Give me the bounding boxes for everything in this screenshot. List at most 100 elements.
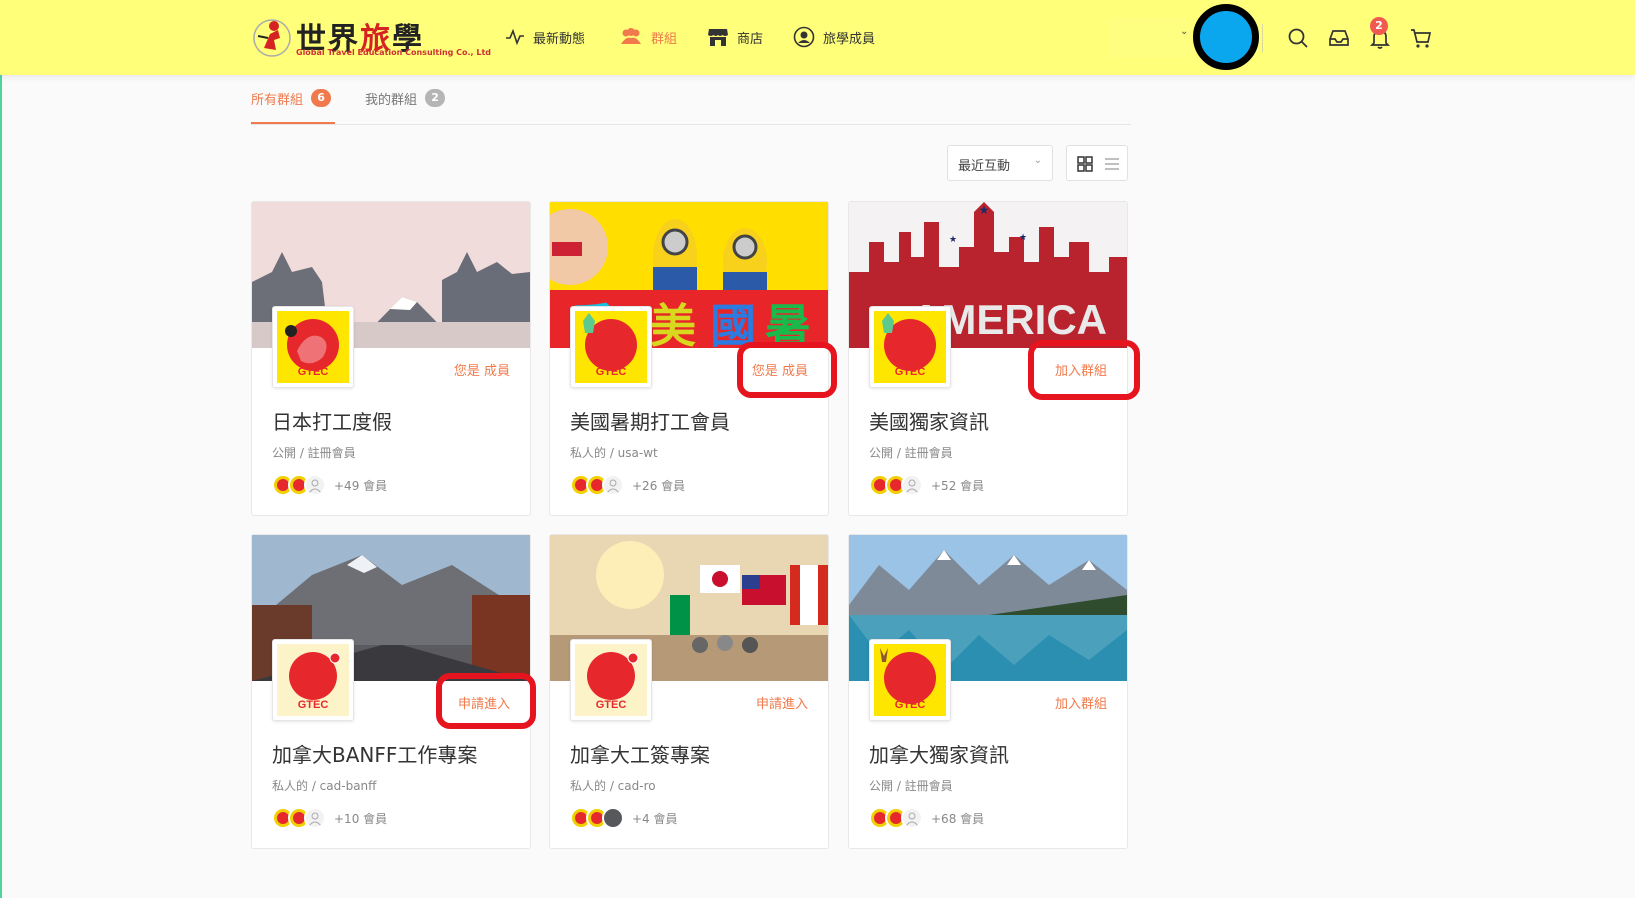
member-avatar [901, 807, 923, 829]
store-icon [708, 29, 728, 46]
group-meta: 公開 / 註冊會員 [869, 446, 953, 460]
group-card-banff[interactable]: GTEC 申請進入 加拿大BANFF工作專案 私人的 / cad-banff +… [251, 534, 536, 849]
search-icon[interactable] [1286, 26, 1310, 50]
gtec-mascot-icon: GTEC [583, 313, 637, 378]
nav-members[interactable]: 旅學成員 [793, 24, 875, 50]
member-status-button[interactable]: 您是 成員 [752, 360, 808, 379]
group-card-usa-info[interactable]: ★ ★ ★ AMERICA GTEC 加入群組 美國獨家資訊 公開 / 註冊會員… [848, 201, 1140, 516]
gtec-mascot-icon: GTEC [289, 652, 341, 711]
group-members[interactable]: +68 會員 [869, 807, 984, 829]
group-title[interactable]: 日本打工度假 [272, 406, 392, 435]
nav-groups-label: 群組 [651, 31, 678, 47]
users-icon [621, 28, 641, 44]
nav-activity[interactable]: 最新動態 [505, 24, 585, 50]
svg-text:GTEC: GTEC [895, 699, 926, 711]
group-members[interactable]: +26 會員 [570, 474, 685, 496]
group-members[interactable]: +52 會員 [869, 474, 984, 496]
sort-select[interactable]: 最近互動 ⌄ [947, 145, 1053, 181]
grid-view-icon[interactable] [1076, 155, 1094, 173]
group-card-japan[interactable]: GTEC 您是 成員 日本打工度假 公開 / 註冊會員 +49 會員 [251, 201, 531, 516]
group-members[interactable]: +49 會員 [272, 474, 387, 496]
tab-all-groups[interactable]: 所有群組 6 [251, 86, 332, 110]
tab-all-groups-label: 所有群組 [251, 92, 304, 108]
svg-text:★: ★ [949, 235, 957, 245]
member-count: +4 會員 [632, 811, 678, 826]
group-meta: 私人的 / usa-wt [570, 446, 658, 460]
group-card-canada-info[interactable]: GTEC 加入群組 加拿大獨家資訊 公開 / 註冊會員 +68 會員 [848, 534, 1128, 849]
view-toggle [1066, 145, 1128, 181]
gtec-mascot-icon: GTEC [587, 652, 639, 711]
join-group-button[interactable]: 加入群組 [1055, 693, 1107, 712]
group-meta: 私人的 / cad-banff [272, 779, 377, 793]
gtec-mascot-icon: GTEC [285, 319, 339, 378]
group-meta: 公開 / 註冊會員 [869, 779, 953, 793]
site-logo[interactable]: 世界旅學 Global Travel Education Consulting … [250, 14, 491, 60]
svg-text:★: ★ [1019, 233, 1027, 243]
list-view-icon[interactable] [1103, 155, 1121, 173]
user-circle-icon [793, 26, 815, 48]
chevron-down-icon: ⌄ [1033, 155, 1042, 166]
tabs-divider [251, 124, 1131, 125]
group-avatar[interactable]: GTEC [570, 639, 652, 721]
gtec-mascot-icon: GTEC [882, 313, 936, 378]
join-group-button[interactable]: 加入群組 [1055, 360, 1107, 379]
group-meta: 私人的 / cad-ro [570, 779, 656, 793]
gtec-mascot-icon: GTEC [880, 648, 936, 711]
group-avatar[interactable]: GTEC [272, 639, 354, 721]
member-avatar [304, 807, 326, 829]
nav-store-label: 商店 [737, 31, 764, 47]
group-members[interactable]: +10 會員 [272, 807, 387, 829]
group-title[interactable]: 美國獨家資訊 [869, 406, 989, 435]
header-divider [1262, 24, 1263, 52]
tab-my-groups[interactable]: 我的群組 2 [365, 86, 446, 110]
member-status-button[interactable]: 您是 成員 [454, 360, 510, 379]
svg-text:暑: 暑 [765, 299, 811, 348]
header-dropdown[interactable] [1110, 18, 1190, 58]
group-avatar[interactable]: GTEC [570, 306, 652, 388]
group-members[interactable]: +4 會員 [570, 807, 678, 829]
nav-store[interactable]: 商店 [707, 24, 763, 50]
sort-selected-label: 最近互動 [958, 159, 1011, 174]
group-card-usa-summer[interactable]: 季 美 國 暑 GTEC 您是 成員 美國暑期打工會員 私人的 / usa-wt… [549, 201, 837, 516]
svg-text:GTEC: GTEC [596, 699, 627, 711]
member-avatar [602, 474, 624, 496]
member-count: +26 會員 [632, 478, 686, 493]
page-left-edge [0, 0, 2, 898]
chevron-down-icon: ⌄ [1180, 26, 1189, 37]
nav-groups[interactable]: 群組 [619, 24, 677, 50]
member-count: +52 會員 [931, 478, 985, 493]
tab-all-groups-count: 6 [311, 89, 332, 107]
member-avatar [602, 807, 624, 829]
svg-text:GTEC: GTEC [298, 366, 329, 378]
svg-text:★: ★ [979, 203, 990, 217]
request-join-button[interactable]: 申請進入 [458, 693, 510, 712]
member-count: +10 會員 [334, 811, 388, 826]
member-count: +49 會員 [334, 478, 388, 493]
cart-icon[interactable] [1409, 26, 1433, 50]
group-title[interactable]: 加拿大工簽專案 [570, 739, 710, 768]
group-meta: 公開 / 註冊會員 [272, 446, 356, 460]
member-avatar [901, 474, 923, 496]
nav-members-label: 旅學成員 [823, 31, 876, 47]
group-avatar[interactable]: GTEC [272, 306, 354, 388]
top-header: 世界旅學 Global Travel Education Consulting … [0, 0, 1635, 75]
member-count: +68 會員 [931, 811, 985, 826]
logo-subtitle: Global Travel Education Consulting Co., … [296, 48, 492, 57]
group-title[interactable]: 加拿大獨家資訊 [869, 739, 1009, 768]
request-join-button[interactable]: 申請進入 [756, 693, 808, 712]
tab-my-groups-label: 我的群組 [365, 92, 418, 108]
inbox-icon[interactable] [1327, 26, 1351, 50]
svg-text:GTEC: GTEC [298, 699, 329, 711]
user-avatar[interactable] [1193, 4, 1259, 70]
logo-mascot-icon [253, 19, 291, 57]
group-card-canada-work-visa[interactable]: GTEC 申請進入 加拿大工簽專案 私人的 / cad-ro +4 會員 [549, 534, 829, 849]
svg-text:GTEC: GTEC [596, 366, 627, 378]
activity-icon [506, 28, 524, 46]
group-avatar[interactable]: GTEC [869, 306, 951, 388]
group-avatar[interactable]: GTEC [869, 639, 951, 721]
nav-activity-label: 最新動態 [533, 31, 586, 47]
group-title[interactable]: 美國暑期打工會員 [570, 406, 730, 435]
group-title[interactable]: 加拿大BANFF工作專案 [272, 739, 477, 768]
member-avatar [304, 474, 326, 496]
tab-my-groups-count: 2 [425, 89, 446, 107]
